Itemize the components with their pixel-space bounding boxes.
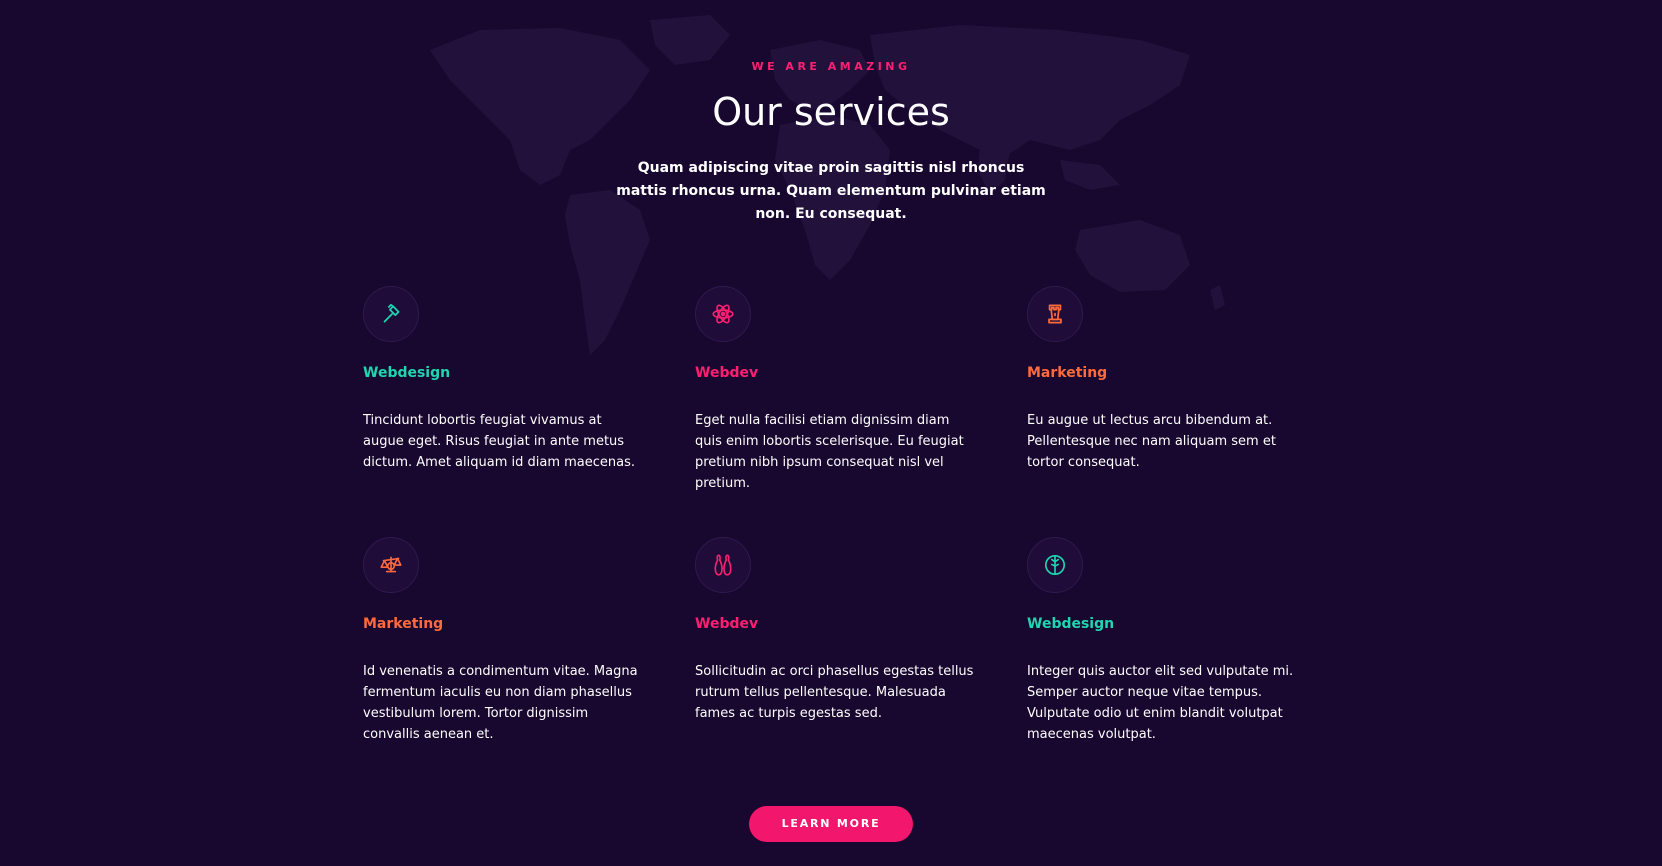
service-icon-wrapper	[1027, 537, 1083, 593]
balance-scale-icon	[380, 556, 402, 573]
brain-icon	[1044, 554, 1066, 576]
service-icon-wrapper	[695, 286, 751, 342]
service-description: Integer quis auctor elit sed vulputate m…	[1027, 664, 1294, 742]
atom-icon	[712, 304, 734, 324]
service-title: Webdesign	[363, 365, 451, 381]
bowling-pins-icon	[714, 554, 732, 576]
service-description: Tincidunt lobortis feugiat vivamus at au…	[363, 413, 636, 470]
service-icon-wrapper	[695, 537, 751, 593]
service-description: Eu augue ut lectus arcu bibendum at. Pel…	[1027, 413, 1276, 470]
chess-rook-icon	[1048, 304, 1062, 324]
service-title: Marketing	[1027, 365, 1108, 381]
service-description: Id venenatis a condimentum vitae. Magna …	[363, 664, 638, 742]
learn-more-button[interactable]: LEARN MORE	[749, 806, 913, 842]
service-description: Sollicitudin ac orci phasellus egestas t…	[695, 664, 974, 721]
service-title: Webdev	[695, 365, 759, 381]
service-icon-wrapper	[363, 537, 419, 593]
service-icon-wrapper	[1027, 286, 1083, 342]
service-icon-wrapper	[363, 286, 419, 342]
services-section: WE ARE AMAZING Our services Quam adipisc…	[0, 0, 1662, 866]
service-description: Eget nulla facilisi etiam dignissim diam…	[695, 413, 964, 491]
section-title: Our services	[712, 90, 950, 134]
section-subtitle: Quam adipiscing vitae proin sagittis nis…	[616, 160, 1046, 222]
section-eyebrow: WE ARE AMAZING	[751, 60, 911, 73]
hammer-icon	[383, 303, 400, 323]
service-title: Webdesign	[1027, 616, 1115, 632]
service-title: Marketing	[363, 616, 444, 632]
service-title: Webdev	[695, 616, 759, 632]
